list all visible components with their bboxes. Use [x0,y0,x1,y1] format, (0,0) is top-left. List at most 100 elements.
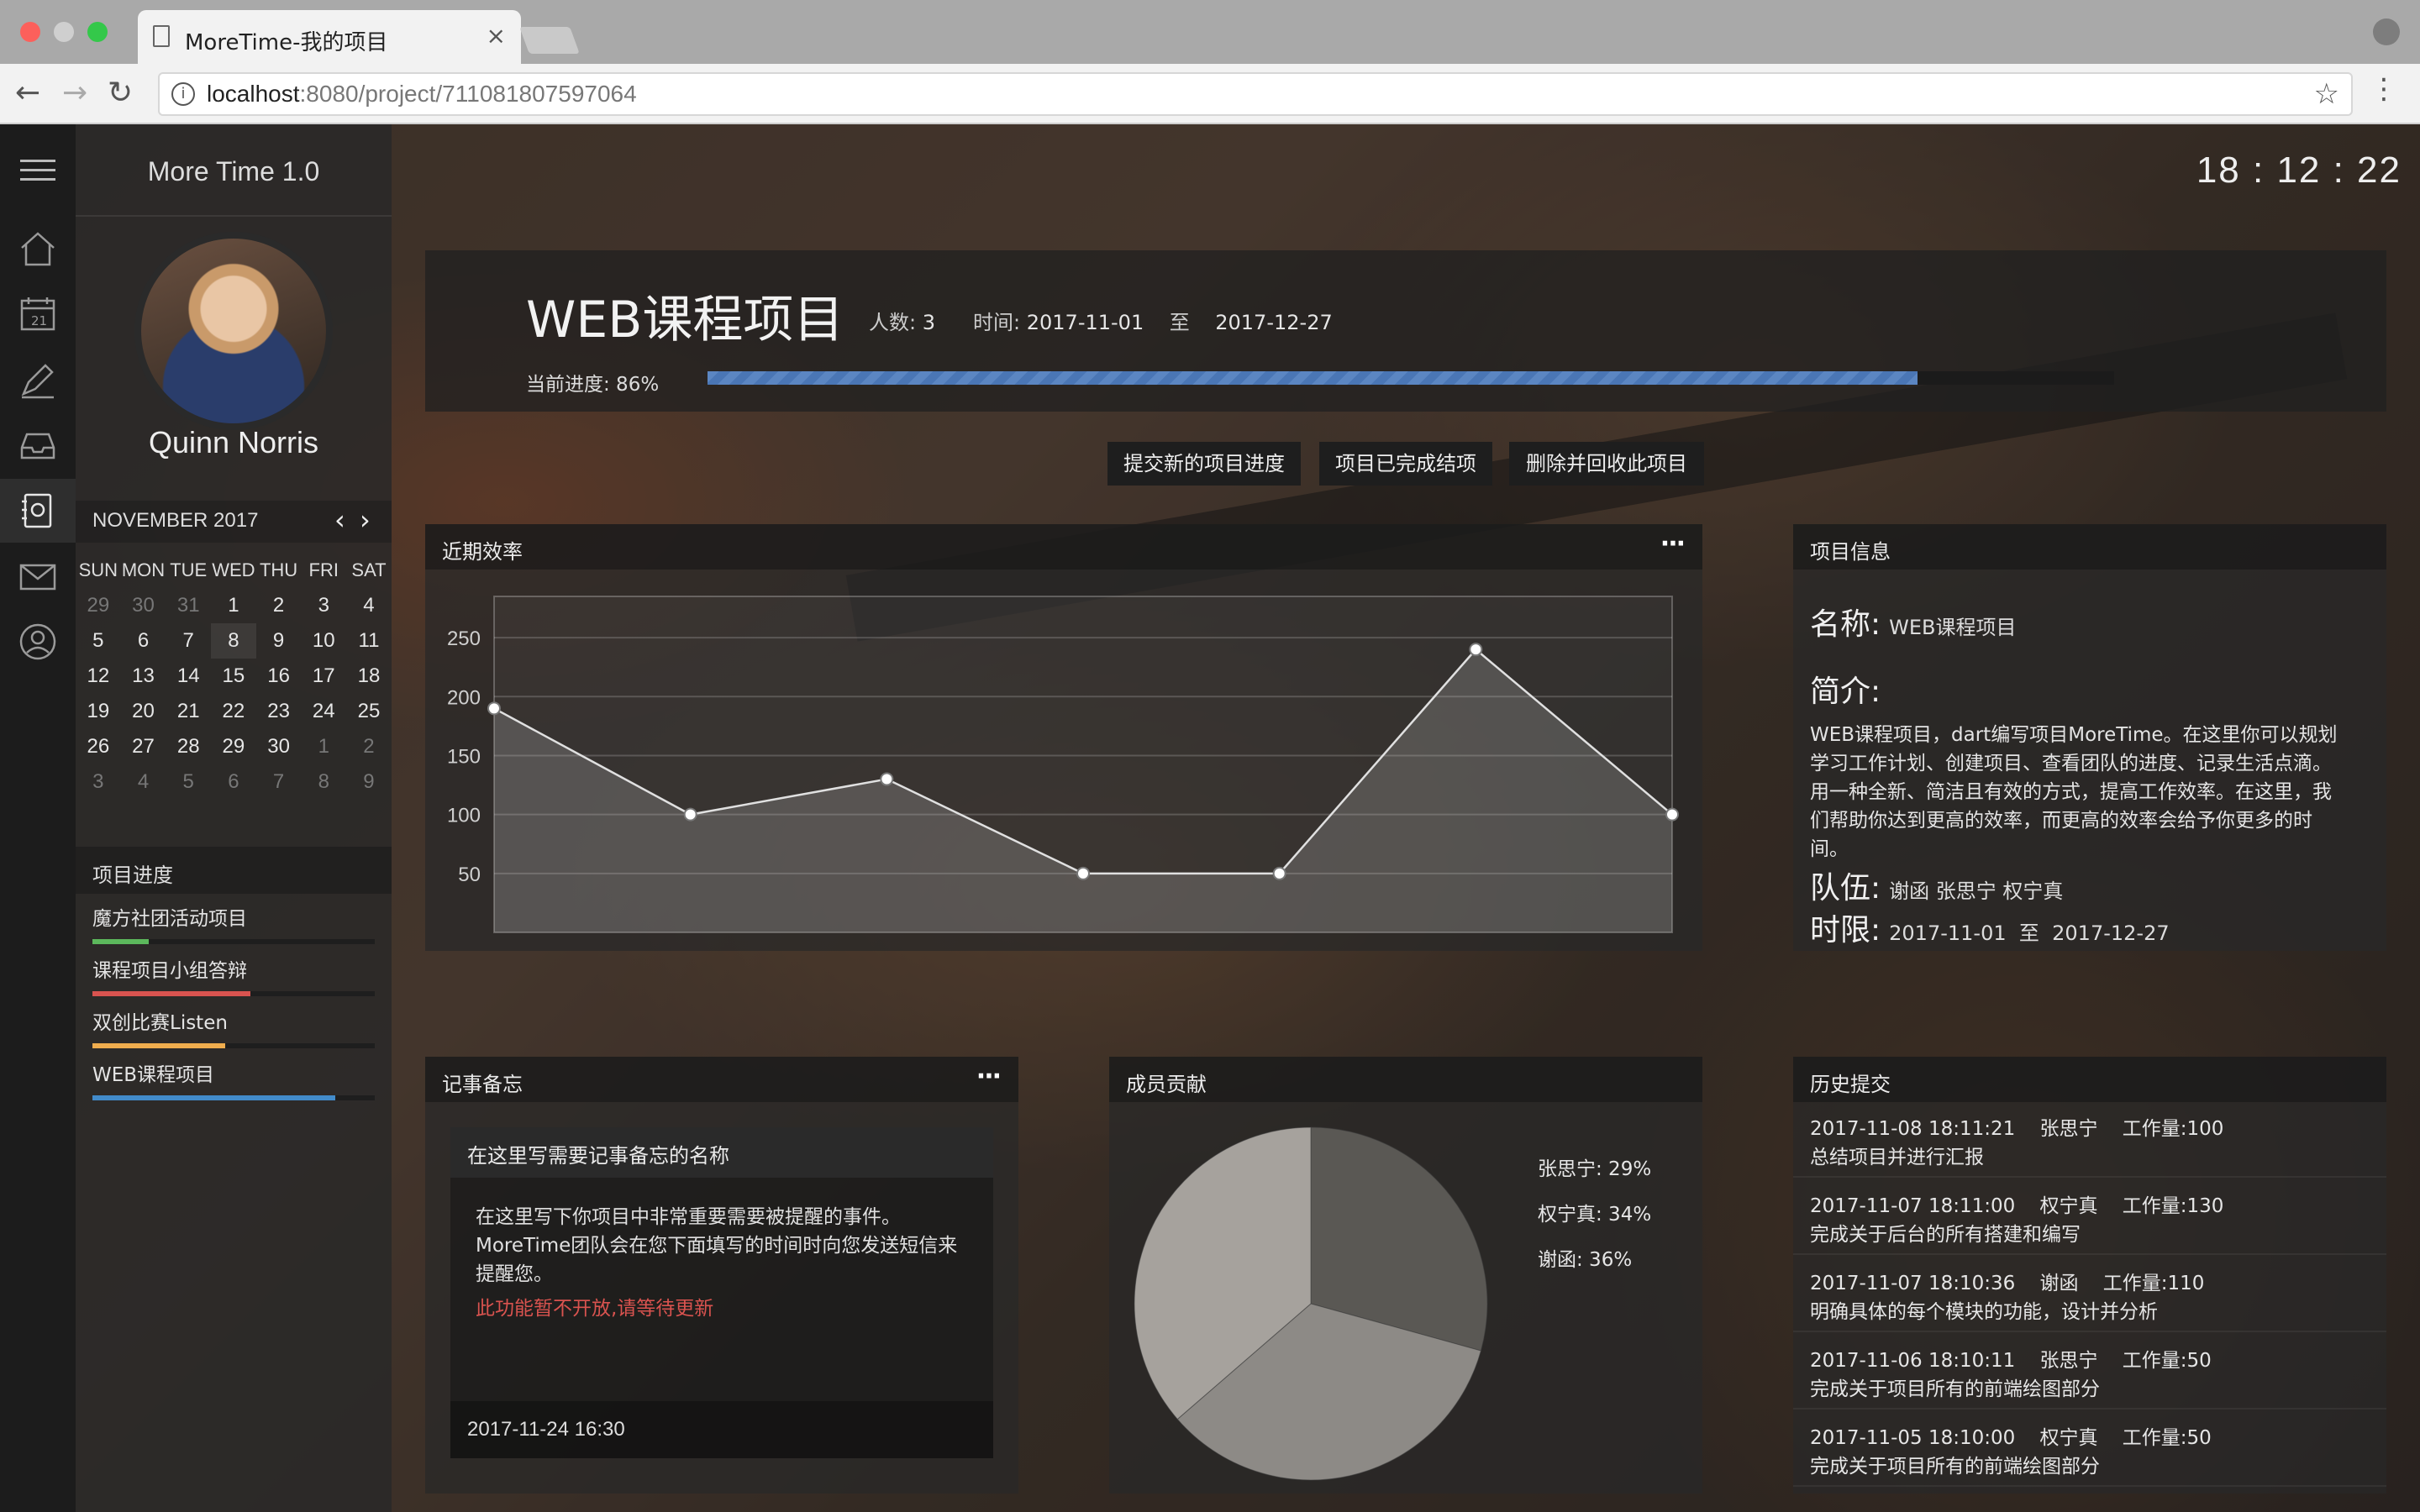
calendar-weekday: FRI [308,559,339,580]
contribution-panel: 成员贡献 张思宁: 29% 权宁真: 34% 谢函: 36% [1109,1057,1702,1494]
submit-progress-button[interactable]: 提交新的项目进度 [1107,442,1301,486]
calendar-weekday: SAT [351,559,387,580]
tab-title: MoreTime-我的项目 [185,30,388,55]
progress-item[interactable]: 双创比赛Listen [92,1006,375,1048]
calendar-day[interactable]: 29 [211,729,256,764]
calendar-day[interactable]: 28 [166,729,211,764]
calendar-day[interactable]: 13 [121,659,166,694]
chevron-right-icon[interactable]: › [360,504,371,536]
browser-tab[interactable]: MoreTime-我的项目 × [138,10,521,64]
calendar-day[interactable]: 22 [211,694,256,729]
mail-icon[interactable] [0,544,76,608]
calendar-day[interactable]: 29 [76,588,121,623]
browser-menu-icon[interactable]: ⋮ [2370,72,2398,106]
calendar-day[interactable]: 6 [211,764,256,800]
calendar-day[interactable]: 27 [121,729,166,764]
calendar-day[interactable]: 15 [211,659,256,694]
calendar-day[interactable]: 7 [256,764,302,800]
contacts-icon[interactable] [0,479,76,543]
memo-text[interactable]: 在这里写下你项目中非常重要需要被提醒的事件。MoreTime团队会在您下面填写的… [476,1203,971,1289]
calendar-icon[interactable]: 21 [0,282,76,346]
calendar-day[interactable]: 1 [301,729,346,764]
chart-y-tick-label: 50 [458,864,481,886]
menu-icon[interactable] [20,160,55,187]
back-icon[interactable]: ← [15,76,40,110]
history-item[interactable]: 2017-11-08 18:11:21 张思宁 工作量:100 总结项目并进行汇报 [1793,1102,2386,1178]
calendar-day[interactable]: 4 [346,588,392,623]
project-progress-title: 项目进度 [92,864,173,887]
chart-x-tick-label: 11-03 [666,948,716,951]
calendar-day[interactable]: 30 [256,729,302,764]
new-tab-button[interactable] [519,27,580,54]
memo-datetime[interactable]: 2017-11-24 16:30 [450,1401,993,1458]
project-info-panel: 项目信息 名称: WEB课程项目 简介: WEB课程项目，dart编写项目More… [1793,524,2386,951]
calendar-day[interactable]: 7 [166,623,211,659]
minimize-window-button[interactable] [54,22,74,42]
calendar-day[interactable]: 11 [346,623,392,659]
complete-project-button[interactable]: 项目已完成结项 [1319,442,1492,486]
calendar-day[interactable]: 2 [346,729,392,764]
progress-item-bar [92,1095,375,1100]
more-icon[interactable]: ··· [976,1062,1002,1091]
forward-icon[interactable]: → [62,76,87,110]
pen-icon[interactable] [0,348,76,412]
calendar-day[interactable]: 24 [301,694,346,729]
history-item[interactable]: 2017-11-06 18:10:11 张思宁 工作量:50 完成关于项目所有的前… [1793,1334,2386,1410]
history-item[interactable]: 2017-11-07 18:11:00 权宁真 工作量:130 完成关于后台的所有… [1793,1179,2386,1255]
calendar-day[interactable]: 17 [301,659,346,694]
calendar-day[interactable]: 6 [121,623,166,659]
calendar-day[interactable]: 26 [76,729,121,764]
user-icon[interactable] [0,610,76,674]
calendar-day[interactable]: 23 [256,694,302,729]
calendar-day[interactable]: 4 [121,764,166,800]
chart-point [880,772,894,786]
progress-item[interactable]: 魔方社团活动项目 [92,902,375,944]
progress-item-fill [92,1095,335,1100]
bookmark-star-icon[interactable]: ☆ [2314,77,2339,111]
progress-item[interactable]: 课程项目小组答辩 [92,954,375,996]
calendar-day[interactable]: 14 [166,659,211,694]
delete-project-button[interactable]: 删除并回收此项目 [1509,442,1704,486]
home-icon[interactable] [0,217,76,281]
calendar-day[interactable]: 18 [346,659,392,694]
calendar-day[interactable]: 1 [211,588,256,623]
calendar-day[interactable]: 5 [166,764,211,800]
tab-close-icon[interactable]: × [487,22,506,50]
chart-y-tick-label: 200 [447,686,481,709]
calendar-day[interactable]: 8 [211,623,256,659]
close-window-button[interactable] [20,22,40,42]
calendar-day[interactable]: 9 [256,623,302,659]
more-icon[interactable]: ··· [1660,529,1686,559]
memo-card[interactable]: 在这里写需要记事备忘的名称 在这里写下你项目中非常重要需要被提醒的事件。More… [450,1127,993,1458]
calendar-day[interactable]: 3 [301,588,346,623]
address-bar[interactable]: i localhost:8080/project/711081807597064… [158,72,2353,116]
zoom-window-button[interactable] [87,22,108,42]
reload-icon[interactable]: ↻ [108,76,133,110]
calendar-day[interactable]: 2 [256,588,302,623]
calendar-day[interactable]: 10 [301,623,346,659]
calendar-day[interactable]: 30 [121,588,166,623]
calendar-day[interactable]: 31 [166,588,211,623]
calendar-day[interactable]: 12 [76,659,121,694]
calendar-day[interactable]: 21 [166,694,211,729]
calendar-day[interactable]: 20 [121,694,166,729]
calendar-day[interactable]: 19 [76,694,121,729]
calendar-day[interactable]: 3 [76,764,121,800]
info-icon[interactable]: i [171,82,195,106]
divider [76,215,392,217]
calendar-day[interactable]: 9 [346,764,392,800]
inbox-icon[interactable] [0,413,76,477]
calendar-day[interactable]: 5 [76,623,121,659]
avatar[interactable] [134,232,333,430]
chevron-left-icon[interactable]: ‹ [334,504,345,536]
calendar-day[interactable]: 8 [301,764,346,800]
progress-item[interactable]: WEB课程项目 [92,1058,375,1100]
profile-icon[interactable] [2373,18,2400,45]
memo-card-title[interactable]: 在这里写需要记事备忘的名称 [450,1127,993,1178]
calendar-day[interactable]: 25 [346,694,392,729]
history-item[interactable]: 2017-11-05 18:10:00 权宁真 工作量:50 完成关于项目所有的前… [1793,1411,2386,1487]
progress-item-fill [92,991,251,996]
history-item[interactable]: 2017-11-07 18:10:36 谢函 工作量:110 明确具体的每个模块的… [1793,1257,2386,1332]
progress-item-bar [92,1043,375,1048]
calendar-day[interactable]: 16 [256,659,302,694]
